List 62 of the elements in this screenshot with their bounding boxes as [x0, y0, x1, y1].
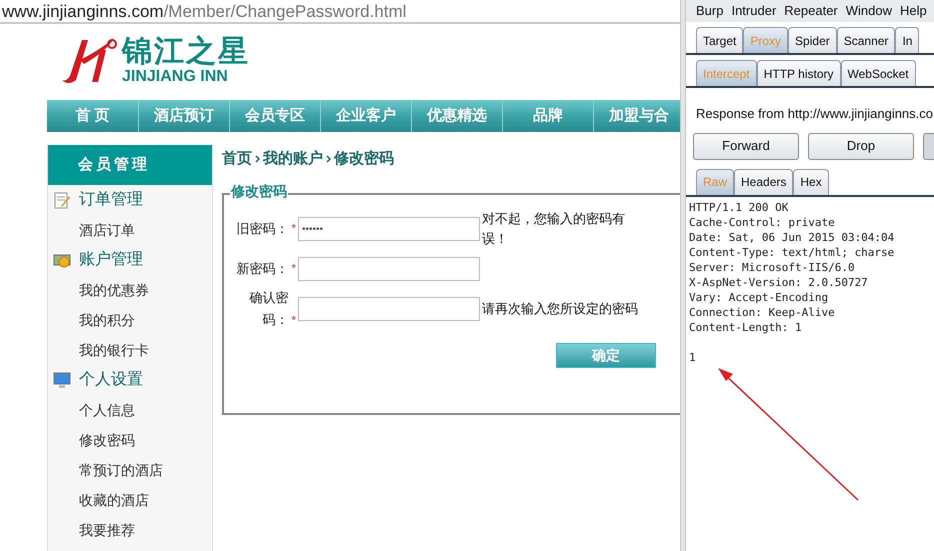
sidebar-group-link[interactable]: 个人设置: [79, 368, 143, 392]
response-line: Date: Sat, 06 Jun 2015 03:04:04: [689, 230, 896, 244]
field-label: 新密码：: [236, 260, 288, 278]
action-button[interactable]: Drop: [808, 132, 914, 160]
tab[interactable]: Hex: [793, 168, 829, 194]
logo-text: 锦江之星: [122, 37, 250, 67]
text-input-field[interactable]: ••••••: [298, 217, 480, 241]
menu-item[interactable]: Burp: [696, 1, 724, 21]
form-message: 对不起，您输入的密码有误！: [482, 210, 626, 248]
field-label: 确认密码：: [248, 289, 288, 329]
sidebar-link[interactable]: 常预订的酒店: [79, 460, 163, 480]
monitor-icon: [53, 371, 71, 389]
logo-subtitle: JINJIANG INN: [122, 69, 229, 85]
tab[interactable]: HTTP history: [756, 60, 840, 86]
required-asterisk: *: [291, 312, 296, 329]
text-input-field[interactable]: [298, 257, 480, 281]
sidebar-link[interactable]: 修改密码: [79, 430, 135, 450]
action-button[interactable]: Forward: [693, 132, 799, 160]
tab[interactable]: Scanner: [836, 27, 896, 53]
response-line: X-AspNet-Version: 2.0.50727: [689, 274, 869, 290]
sidebar-link[interactable]: 我要推荐: [79, 520, 135, 540]
required-asterisk: *: [291, 260, 296, 277]
response-line: Content-Type: text/html; charse: [689, 244, 896, 260]
sidebar-link[interactable]: 我的积分: [79, 310, 135, 330]
logo-icon: [60, 36, 120, 86]
required-asterisk: *: [291, 220, 296, 237]
menu-item[interactable]: Intruder: [731, 1, 776, 21]
breadcrumb-link[interactable]: 修改密码: [334, 148, 394, 170]
tab[interactable]: Headers: [734, 168, 794, 194]
tab[interactable]: Target: [696, 27, 744, 53]
sidebar-link[interactable]: 我的优惠券: [79, 280, 149, 300]
response-line: Vary: Accept-Encoding: [689, 290, 830, 304]
sidebar-title: 会员管理: [48, 145, 212, 185]
response-line: Content-Length: 1: [689, 320, 803, 334]
form-legend: 修改密码: [230, 184, 288, 198]
menu-item[interactable]: Help: [900, 1, 927, 21]
sidebar-group-link[interactable]: 订单管理: [79, 188, 143, 212]
tab[interactable]: In: [895, 27, 920, 53]
menu-item[interactable]: Repeater: [784, 1, 838, 21]
form-message: 请再次输入您所设定的密码: [482, 300, 639, 318]
tab[interactable]: Spider: [788, 27, 837, 53]
chevron-icon: [326, 155, 331, 163]
sidebar-group-link[interactable]: 账户管理: [79, 248, 143, 272]
text-input-field[interactable]: [298, 297, 480, 321]
chevron-icon: [255, 155, 260, 163]
sidebar-link[interactable]: 我的银行卡: [79, 340, 149, 360]
sidebar-link[interactable]: 收藏的酒店: [79, 490, 149, 510]
breadcrumb-link[interactable]: 我的账户: [263, 148, 323, 170]
tab[interactable]: WebSocket: [840, 60, 916, 86]
response-body: 1: [689, 350, 697, 364]
notepad-icon: [53, 191, 71, 209]
response-line: HTTP/1.1 200 OK: [689, 200, 790, 214]
address-bar[interactable]: www.jinjianginns.com/Member/ChangePassword.html: [0, 0, 680, 24]
response-line: Cache-Control: private: [689, 214, 836, 230]
sidebar-link[interactable]: 酒店订单: [79, 220, 135, 240]
breadcrumb-link[interactable]: 首页: [222, 148, 252, 170]
sidebar-link[interactable]: 个人信息: [79, 400, 135, 420]
field-label: 旧密码：: [236, 220, 288, 238]
response-source-text: Response from http://www.jinjianginns.co: [695, 105, 934, 123]
response-line: Connection: Keep-Alive: [689, 304, 836, 320]
response-line: Server: Microsoft-IIS/6.0: [689, 260, 856, 274]
menu-item[interactable]: Window: [846, 1, 892, 21]
